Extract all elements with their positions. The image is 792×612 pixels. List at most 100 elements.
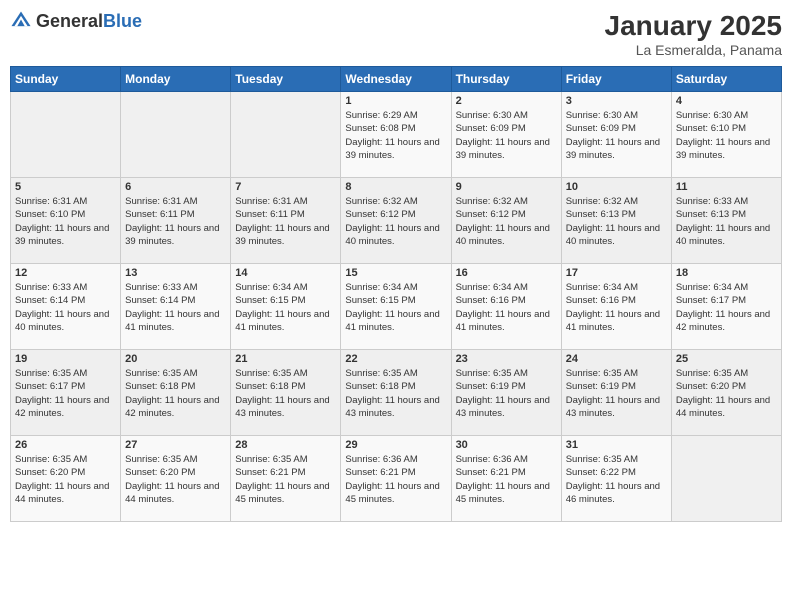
day-number: 9 (456, 181, 557, 193)
day-number: 1 (345, 95, 446, 107)
table-row: 30 Sunrise: 6:36 AMSunset: 6:21 PMDayligh… (451, 436, 561, 522)
day-info: Sunrise: 6:34 AMSunset: 6:15 PMDaylight:… (345, 281, 446, 334)
day-info: Sunrise: 6:33 AMSunset: 6:14 PMDaylight:… (125, 281, 226, 334)
calendar-week-row: 19Sunrise: 6:35 AMSunset: 6:17 PMDayligh… (11, 350, 782, 436)
day-info: Sunrise: 6:34 AMSunset: 6:16 PMDaylight:… (456, 281, 557, 334)
day-info: Sunrise: 6:32 AMSunset: 6:12 PMDaylight:… (345, 195, 446, 248)
day-number: 5 (15, 181, 116, 193)
calendar-title: January 2025 (605, 10, 782, 42)
table-row (671, 436, 781, 522)
day-info: Sunrise: 6:33 AMSunset: 6:14 PMDaylight:… (15, 281, 116, 334)
logo-blue: Blue (103, 11, 142, 31)
calendar-week-row: 12 Sunrise: 6:33 AMSunset: 6:14 PMDayligh… (11, 264, 782, 350)
day-info: Sunrise: 6:31 AMSunset: 6:10 PMDaylight:… (15, 195, 116, 248)
table-row: 17 Sunrise: 6:34 AMSunset: 6:16 PMDayligh… (561, 264, 671, 350)
day-info: Sunrise: 6:34 AMSunset: 6:15 PMDaylight:… (235, 281, 336, 334)
table-row: 22 Sunrise: 6:35 AMSunset: 6:18 PMDayligh… (341, 350, 451, 436)
table-row: 10 Sunrise: 6:32 AMSunset: 6:13 PMDayligh… (561, 178, 671, 264)
header-tuesday: Tuesday (231, 67, 341, 92)
table-row: 7 Sunrise: 6:31 AMSunset: 6:11 PMDaylight… (231, 178, 341, 264)
calendar-week-row: 26 Sunrise: 6:35 AMSunset: 6:20 PMDayligh… (11, 436, 782, 522)
table-row: 27 Sunrise: 6:35 AMSunset: 6:20 PMDayligh… (121, 436, 231, 522)
table-row: 4 Sunrise: 6:30 AMSunset: 6:10 PMDaylight… (671, 92, 781, 178)
day-info: Sunrise: 6:35 AMSunset: 6:18 PMDaylight:… (345, 367, 446, 420)
day-number: 31 (566, 439, 667, 451)
weekday-header-row: Sunday Monday Tuesday Wednesday Thursday… (11, 67, 782, 92)
header-sunday: Sunday (11, 67, 121, 92)
day-info: Sunrise: 6:35 AMSunset: 6:17 PMDaylight:… (15, 367, 116, 420)
table-row: 21 Sunrise: 6:35 AMSunset: 6:18 PMDayligh… (231, 350, 341, 436)
table-row: 6Sunrise: 6:31 AMSunset: 6:11 PMDaylight… (121, 178, 231, 264)
day-number: 27 (125, 439, 226, 451)
day-number: 18 (676, 267, 777, 279)
day-number: 17 (566, 267, 667, 279)
header-thursday: Thursday (451, 67, 561, 92)
table-row: 20Sunrise: 6:35 AMSunset: 6:18 PMDayligh… (121, 350, 231, 436)
table-row: 3Sunrise: 6:30 AMSunset: 6:09 PMDaylight… (561, 92, 671, 178)
day-number: 16 (456, 267, 557, 279)
day-info: Sunrise: 6:31 AMSunset: 6:11 PMDaylight:… (125, 195, 226, 248)
day-number: 14 (235, 267, 336, 279)
day-number: 23 (456, 353, 557, 365)
table-row: 19Sunrise: 6:35 AMSunset: 6:17 PMDayligh… (11, 350, 121, 436)
day-number: 12 (15, 267, 116, 279)
day-number: 15 (345, 267, 446, 279)
table-row: 9 Sunrise: 6:32 AMSunset: 6:12 PMDaylight… (451, 178, 561, 264)
header-friday: Friday (561, 67, 671, 92)
table-row: 16 Sunrise: 6:34 AMSunset: 6:16 PMDayligh… (451, 264, 561, 350)
day-number: 8 (345, 181, 446, 193)
table-row: 5 Sunrise: 6:31 AMSunset: 6:10 PMDaylight… (11, 178, 121, 264)
logo-icon (10, 10, 32, 32)
table-row (11, 92, 121, 178)
day-number: 22 (345, 353, 446, 365)
day-info: Sunrise: 6:31 AMSunset: 6:11 PMDaylight:… (235, 195, 336, 248)
day-number: 11 (676, 181, 777, 193)
day-info: Sunrise: 6:30 AMSunset: 6:10 PMDaylight:… (676, 109, 777, 162)
day-number: 7 (235, 181, 336, 193)
table-row: 18Sunrise: 6:34 AMSunset: 6:17 PMDayligh… (671, 264, 781, 350)
table-row: 11 Sunrise: 6:33 AMSunset: 6:13 PMDayligh… (671, 178, 781, 264)
calendar-table: Sunday Monday Tuesday Wednesday Thursday… (10, 66, 782, 522)
table-row: 12 Sunrise: 6:33 AMSunset: 6:14 PMDayligh… (11, 264, 121, 350)
calendar-week-row: 5 Sunrise: 6:31 AMSunset: 6:10 PMDaylight… (11, 178, 782, 264)
day-info: Sunrise: 6:33 AMSunset: 6:13 PMDaylight:… (676, 195, 777, 248)
day-info: Sunrise: 6:35 AMSunset: 6:20 PMDaylight:… (125, 453, 226, 506)
day-number: 24 (566, 353, 667, 365)
header-wednesday: Wednesday (341, 67, 451, 92)
calendar-week-row: 1Sunrise: 6:29 AMSunset: 6:08 PMDaylight… (11, 92, 782, 178)
table-row: 28 Sunrise: 6:35 AMSunset: 6:21 PMDayligh… (231, 436, 341, 522)
day-info: Sunrise: 6:35 AMSunset: 6:18 PMDaylight:… (235, 367, 336, 420)
day-info: Sunrise: 6:35 AMSunset: 6:20 PMDaylight:… (676, 367, 777, 420)
table-row: 1Sunrise: 6:29 AMSunset: 6:08 PMDaylight… (341, 92, 451, 178)
day-info: Sunrise: 6:34 AMSunset: 6:16 PMDaylight:… (566, 281, 667, 334)
table-row: 13 Sunrise: 6:33 AMSunset: 6:14 PMDayligh… (121, 264, 231, 350)
table-row: 23 Sunrise: 6:35 AMSunset: 6:19 PMDayligh… (451, 350, 561, 436)
day-number: 4 (676, 95, 777, 107)
day-number: 13 (125, 267, 226, 279)
header-saturday: Saturday (671, 67, 781, 92)
day-info: Sunrise: 6:36 AMSunset: 6:21 PMDaylight:… (456, 453, 557, 506)
day-info: Sunrise: 6:36 AMSunset: 6:21 PMDaylight:… (345, 453, 446, 506)
calendar-subtitle: La Esmeralda, Panama (605, 42, 782, 58)
table-row (121, 92, 231, 178)
day-info: Sunrise: 6:30 AMSunset: 6:09 PMDaylight:… (456, 109, 557, 162)
day-info: Sunrise: 6:35 AMSunset: 6:21 PMDaylight:… (235, 453, 336, 506)
day-info: Sunrise: 6:35 AMSunset: 6:19 PMDaylight:… (456, 367, 557, 420)
day-number: 25 (676, 353, 777, 365)
logo: GeneralBlue (10, 10, 142, 32)
day-number: 21 (235, 353, 336, 365)
table-row: 8 Sunrise: 6:32 AMSunset: 6:12 PMDaylight… (341, 178, 451, 264)
day-number: 26 (15, 439, 116, 451)
header-monday: Monday (121, 67, 231, 92)
day-info: Sunrise: 6:30 AMSunset: 6:09 PMDaylight:… (566, 109, 667, 162)
table-row: 29Sunrise: 6:36 AMSunset: 6:21 PMDayligh… (341, 436, 451, 522)
day-info: Sunrise: 6:32 AMSunset: 6:13 PMDaylight:… (566, 195, 667, 248)
day-number: 28 (235, 439, 336, 451)
table-row: 14 Sunrise: 6:34 AMSunset: 6:15 PMDayligh… (231, 264, 341, 350)
day-info: Sunrise: 6:35 AMSunset: 6:18 PMDaylight:… (125, 367, 226, 420)
title-block: January 2025 La Esmeralda, Panama (605, 10, 782, 58)
day-number: 10 (566, 181, 667, 193)
day-number: 30 (456, 439, 557, 451)
day-info: Sunrise: 6:32 AMSunset: 6:12 PMDaylight:… (456, 195, 557, 248)
table-row: 15 Sunrise: 6:34 AMSunset: 6:15 PMDayligh… (341, 264, 451, 350)
